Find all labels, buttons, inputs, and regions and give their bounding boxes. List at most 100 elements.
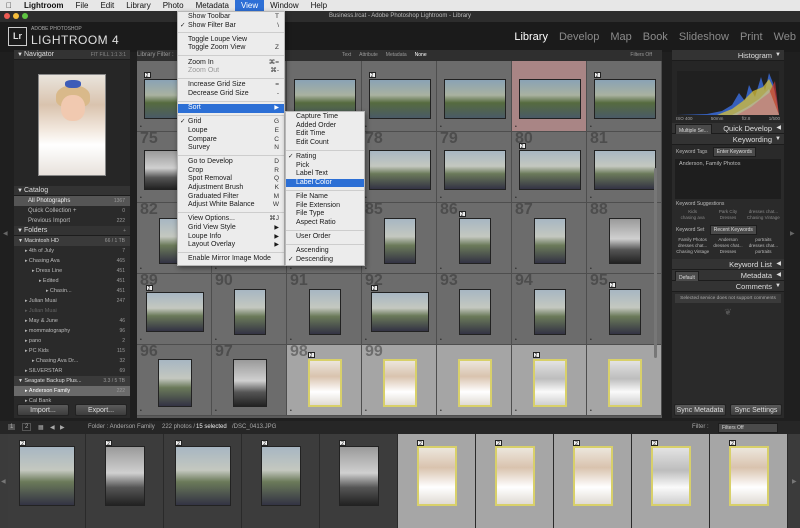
menu-item-enable-mirror-image-mode[interactable]: Enable Mirror Image Mode	[178, 255, 284, 264]
menu-metadata[interactable]: Metadata	[190, 0, 235, 11]
keyword-set-item[interactable]: portraits	[746, 237, 781, 242]
rating-dot-icon[interactable]: •	[140, 408, 142, 414]
menu-item-descending[interactable]: ✓ Descending	[286, 256, 364, 265]
menu-item-pick[interactable]: Pick	[286, 162, 364, 171]
menu-window[interactable]: Window	[264, 0, 304, 11]
grid-cell[interactable]: 94 •	[512, 272, 587, 345]
grid-cell[interactable]: •	[512, 61, 587, 132]
menu-item-adjust-white-balance[interactable]: Adjust White Balance W	[178, 201, 284, 210]
module-slideshow[interactable]: Slideshow	[679, 31, 729, 43]
menu-help[interactable]: Help	[305, 0, 333, 11]
menu-item-file-extension[interactable]: File Extension	[286, 202, 364, 211]
photo-thumbnail[interactable]	[608, 217, 641, 264]
folder-item[interactable]: ▸ Chasing Ava 465	[14, 256, 130, 266]
grid-cell[interactable]: 88 •	[587, 201, 662, 274]
grid-cell[interactable]: 2 •	[587, 61, 662, 132]
photo-thumbnail[interactable]	[368, 149, 431, 190]
folder-item[interactable]: ▸ Dress Line 451	[14, 266, 130, 276]
filmstrip-thumbnail[interactable]	[417, 446, 457, 506]
menu-item-spot-removal[interactable]: Spot Removal Q	[178, 175, 284, 184]
navigator-header[interactable]: ▼ Navigator FIT FILL 1:1 3:1	[14, 50, 130, 60]
keyword-suggestion[interactable]: Park City	[710, 209, 745, 214]
menu-item-toggle-zoom-view[interactable]: Toggle Zoom View Z	[178, 44, 284, 53]
filmstrip-thumbnail[interactable]	[105, 446, 145, 506]
photo-thumbnail[interactable]	[533, 288, 566, 335]
folder-item[interactable]: ▸ Julian Muai 247	[14, 296, 130, 306]
menu-item-graduated-filter[interactable]: Graduated Filter M	[178, 193, 284, 202]
zoom-window-button[interactable]	[22, 13, 28, 19]
menu-view[interactable]: View	[234, 0, 265, 11]
source-label[interactable]: Folder : Anderson Family	[88, 424, 155, 430]
filmstrip-cell[interactable]: 2	[632, 434, 710, 528]
photo-thumbnail[interactable]	[458, 288, 491, 335]
menu-item-toggle-loupe-view[interactable]: Toggle Loupe View	[178, 36, 284, 45]
filmstrip-cell[interactable]: 2	[320, 434, 398, 528]
grid-cell[interactable]: •	[437, 61, 512, 132]
folder-item[interactable]: ▸ mommatography 96	[14, 326, 130, 336]
grid-cell[interactable]: 91 •	[287, 272, 362, 345]
forward-arrow-icon[interactable]: ▶	[60, 424, 65, 431]
photo-thumbnail[interactable]	[383, 217, 416, 264]
filmstrip-cell[interactable]: 2	[398, 434, 476, 528]
keyword-set-item[interactable]: Dresses	[710, 249, 745, 254]
menu-item-adjustment-brush[interactable]: Adjustment Brush K	[178, 184, 284, 193]
menu-edit[interactable]: Edit	[94, 0, 120, 11]
rating-dot-icon[interactable]: •	[440, 408, 442, 414]
photo-thumbnail[interactable]	[232, 358, 267, 407]
menu-item-grid-view-style[interactable]: Grid View Style ▶	[178, 224, 284, 233]
catalog-item[interactable]: Quick Collection + 0	[14, 206, 130, 216]
photo-thumbnail[interactable]	[382, 358, 417, 407]
menu-item-loupe[interactable]: Loupe E	[178, 127, 284, 136]
rating-dot-icon[interactable]: •	[515, 337, 517, 343]
keyword-set-select[interactable]: Recent Keywords	[709, 225, 757, 235]
menu-item-rating[interactable]: ✓ Rating	[286, 153, 364, 162]
filmstrip-right-arrow-icon[interactable]: ▶	[792, 478, 797, 485]
metadata-header[interactable]: Default Metadata ◀	[672, 270, 784, 286]
rating-dot-icon[interactable]: •	[590, 337, 592, 343]
secondary-page-1[interactable]: 1	[8, 424, 16, 430]
menu-item-show-toolbar[interactable]: Show Toolbar T	[178, 13, 284, 22]
rating-dot-icon[interactable]: •	[215, 408, 217, 414]
filter-text[interactable]: Text	[342, 52, 351, 58]
filters-off-select[interactable]: Filters Off	[630, 52, 652, 58]
keyword-tags-select[interactable]: Enter Keywords	[712, 147, 757, 157]
grid-cell[interactable]: 80 2 •	[512, 130, 587, 203]
catalog-header[interactable]: ▼ Catalog	[14, 186, 130, 196]
folder-item[interactable]: ▸ pano 2	[14, 336, 130, 346]
filmstrip-cell[interactable]: 2	[710, 434, 788, 528]
grid-cell[interactable]: 90 •	[212, 272, 287, 345]
menu-library[interactable]: Library	[120, 0, 156, 11]
grid-cell[interactable]: •	[587, 345, 662, 416]
grid-cell[interactable]: 92 2 •	[362, 272, 437, 345]
rating-dot-icon[interactable]: •	[590, 408, 592, 414]
folder-item[interactable]: ▸ 4th of July 7	[14, 246, 130, 256]
grid-cell[interactable]: 99 •	[362, 343, 437, 416]
keyword-set-item[interactable]: portraits	[746, 249, 781, 254]
keyword-suggestion[interactable]: chasing ava	[675, 215, 710, 220]
menu-item-compare[interactable]: Compare C	[178, 136, 284, 145]
filter-none[interactable]: None	[415, 52, 427, 58]
menu-item-layout-overlay[interactable]: Layout Overlay ▶	[178, 241, 284, 250]
photo-thumbnail[interactable]	[443, 78, 506, 119]
minimize-window-button[interactable]	[13, 13, 19, 19]
menu-item-increase-grid-size[interactable]: Increase Grid Size =	[178, 81, 284, 90]
keyword-suggestion[interactable]: Chasing Vintage	[746, 215, 781, 220]
keyword-set-item[interactable]: Anderson	[710, 237, 745, 242]
grid-cell[interactable]: 89 2 •	[137, 272, 212, 345]
photo-thumbnail[interactable]	[157, 358, 192, 407]
grid-cell[interactable]: 2 •	[512, 345, 587, 416]
menu-item-file-type[interactable]: File Type	[286, 210, 364, 219]
photo-thumbnail[interactable]	[308, 288, 341, 335]
filmstrip-thumbnail[interactable]	[495, 446, 535, 506]
photo-thumbnail[interactable]	[457, 358, 492, 407]
folder-item[interactable]: ▸ Anderson Family 222	[14, 386, 130, 396]
grid-cell[interactable]: 95 2 •	[587, 272, 662, 345]
folder-item[interactable]: ▸ PC Kids 115	[14, 346, 130, 356]
keyword-suggestion[interactable]: dresses chat...	[746, 209, 781, 214]
back-arrow-icon[interactable]: ◀	[50, 424, 55, 431]
module-web[interactable]: Web	[774, 31, 796, 43]
photo-thumbnail[interactable]	[458, 217, 491, 264]
export-button[interactable]: Export...	[75, 404, 127, 416]
filmstrip-cell[interactable]: 2	[164, 434, 242, 528]
filmstrip-filter-select[interactable]: Filters Off	[718, 423, 778, 433]
